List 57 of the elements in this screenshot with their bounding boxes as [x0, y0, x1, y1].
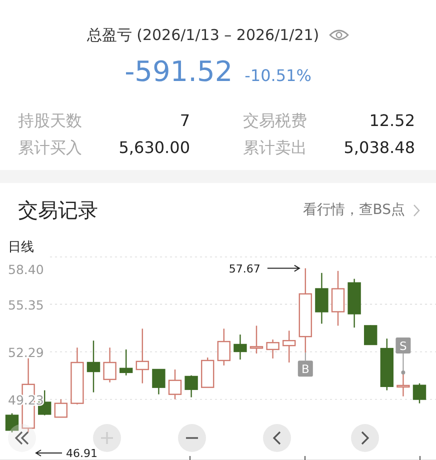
- falling-candle: [5, 413, 19, 432]
- rising-candle: [396, 372, 410, 396]
- stat-label: 交易税费: [243, 111, 307, 131]
- falling-candle: [412, 383, 426, 404]
- minus-icon: [185, 437, 199, 439]
- falling-candle: [364, 325, 378, 346]
- double-chevron-left-icon: [15, 431, 29, 445]
- falling-candle: [86, 340, 100, 392]
- y-axis-label: 58.40: [8, 262, 44, 277]
- falling-candle: [315, 272, 328, 324]
- rising-candle: [168, 370, 182, 400]
- chevron-right-icon[interactable]: [413, 204, 420, 216]
- rising-candle: [70, 348, 84, 404]
- market-link[interactable]: 看行情，查BS点: [302, 201, 405, 219]
- stat-label: 累计买入: [18, 138, 82, 158]
- section-title: 交易记录: [18, 196, 98, 224]
- rising-candle: [331, 270, 345, 326]
- stat-label: 持股天数: [18, 111, 82, 131]
- next-button[interactable]: [351, 424, 379, 452]
- eye-icon[interactable]: [329, 29, 350, 41]
- high-price-label: 57.67: [228, 262, 260, 276]
- rewind-button[interactable]: [8, 424, 36, 452]
- stat-value: 5,630.00: [118, 138, 190, 158]
- falling-candle: [184, 375, 198, 398]
- stat-value: 5,038.48: [344, 138, 415, 158]
- previous-button[interactable]: [263, 424, 291, 452]
- arrow-right-icon: [266, 264, 300, 272]
- falling-candle: [234, 334, 247, 360]
- rising-candle: [266, 340, 280, 358]
- rising-candle: [103, 348, 116, 382]
- zoom-out-button[interactable]: [178, 424, 206, 452]
- chevron-right-icon: [361, 431, 369, 445]
- profit-loss-percent: -10.51%: [244, 66, 312, 85]
- stat-value: 7: [180, 111, 190, 131]
- rising-candle: [201, 358, 214, 388]
- arrow-left-icon: [35, 450, 62, 456]
- rising-candle: [282, 330, 296, 362]
- rising-candle: [217, 328, 230, 366]
- rising-candle: [54, 399, 68, 418]
- chart-period-label: 日线: [8, 240, 34, 255]
- falling-candle: [152, 368, 166, 394]
- falling-candle: [120, 349, 133, 376]
- falling-candle: [380, 338, 394, 390]
- annotation: B: [301, 362, 310, 376]
- falling-candle: [348, 278, 361, 328]
- rising-candle: [136, 328, 149, 384]
- plus-icon: [100, 431, 114, 445]
- summary-title: 总盈亏 (2026/1/13 – 2026/1/21): [86, 26, 320, 44]
- total-profit-loss: -591.52: [124, 55, 233, 88]
- y-axis-label: 55.35: [8, 297, 44, 312]
- annotation: S: [400, 338, 407, 353]
- stat-label: 累计卖出: [243, 138, 307, 158]
- low-price-label: 46.91: [66, 447, 98, 460]
- stat-value: 12.52: [369, 111, 415, 131]
- rising-candle: [250, 326, 264, 354]
- chevron-left-icon: [273, 431, 281, 445]
- y-axis-label: 52.29: [8, 344, 44, 360]
